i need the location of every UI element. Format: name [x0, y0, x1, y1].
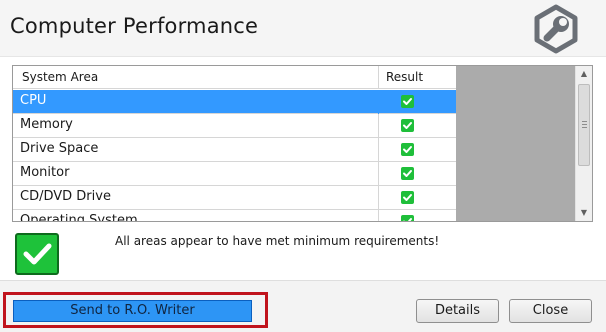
system-area-cell: CPU: [20, 93, 47, 108]
checkmark-icon: [401, 191, 414, 204]
results-table: System Area Result CPU Memory Drive Space M…: [12, 65, 593, 222]
column-header-result[interactable]: Result: [386, 70, 423, 84]
system-area-cell: Operating System: [20, 213, 138, 221]
footer-bar: Send to R.O. Writer Details Close: [0, 280, 606, 332]
status-message: All areas appear to have met minimum req…: [115, 234, 440, 248]
checkmark-icon: [401, 215, 414, 221]
table-row[interactable]: CPU: [13, 90, 456, 114]
column-divider: [378, 66, 379, 89]
table-row[interactable]: Operating System: [13, 210, 456, 221]
column-divider: [378, 90, 379, 114]
grip-line: [582, 124, 587, 125]
system-area-cell: Monitor: [20, 165, 70, 180]
table-row[interactable]: Drive Space: [13, 138, 456, 162]
send-to-ro-writer-button[interactable]: Send to R.O. Writer: [13, 300, 252, 322]
column-divider: [378, 114, 379, 138]
window-header: Computer Performance: [0, 0, 606, 57]
close-button[interactable]: Close: [509, 299, 592, 323]
grip-line: [582, 121, 587, 122]
content-area: System Area Result CPU Memory Drive Space M…: [0, 57, 606, 280]
checkmark-icon: [401, 119, 414, 132]
table-row[interactable]: Monitor: [13, 162, 456, 186]
page-title: Computer Performance: [10, 14, 259, 38]
checkmark-icon: [401, 167, 414, 180]
table-row[interactable]: Memory: [13, 114, 456, 138]
checkmark-icon: [15, 233, 59, 275]
details-button[interactable]: Details: [416, 299, 499, 323]
table-row[interactable]: CD/DVD Drive: [13, 186, 456, 210]
system-area-cell: Memory: [20, 117, 73, 132]
column-divider: [378, 138, 379, 162]
checkmark-icon: [401, 143, 414, 156]
scroll-up-icon[interactable]: ▲: [576, 66, 592, 82]
grip-line: [582, 127, 587, 128]
results-grid: System Area Result CPU Memory Drive Space M…: [13, 66, 456, 221]
system-area-cell: CD/DVD Drive: [20, 189, 111, 204]
checkmark-icon: [401, 95, 414, 108]
vertical-scrollbar[interactable]: ▲ ▼: [575, 66, 592, 221]
scrollbar-thumb[interactable]: [578, 84, 590, 166]
column-divider: [378, 210, 379, 221]
column-divider: [378, 186, 379, 210]
column-divider: [378, 162, 379, 186]
system-area-cell: Drive Space: [20, 141, 99, 156]
table-empty-area: [456, 66, 575, 221]
wrench-gear-icon: [530, 3, 582, 55]
column-header-system-area[interactable]: System Area: [22, 70, 98, 84]
scroll-down-icon[interactable]: ▼: [576, 205, 592, 221]
table-header: System Area Result: [13, 66, 456, 89]
